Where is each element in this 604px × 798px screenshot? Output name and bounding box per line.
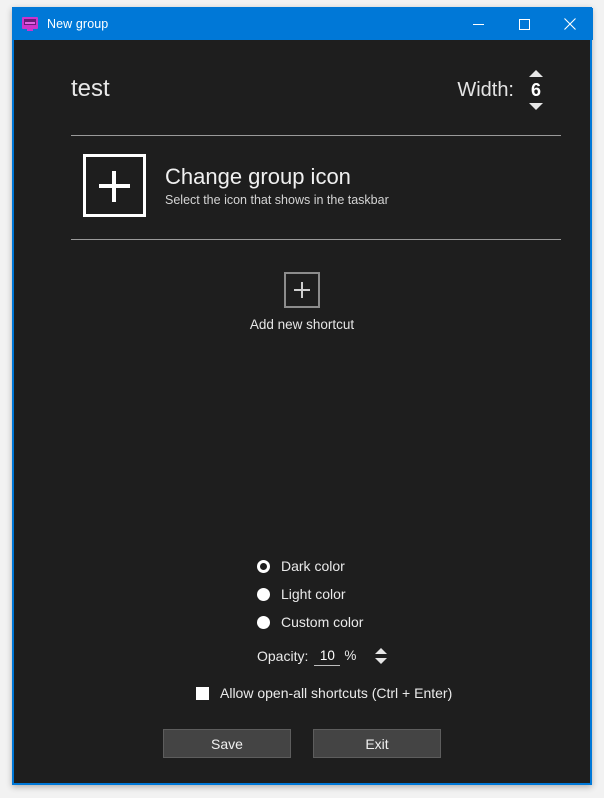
width-stepper[interactable]: 6 — [523, 66, 549, 114]
spinner-down-icon[interactable] — [375, 658, 388, 664]
spinner-up-icon[interactable] — [375, 648, 388, 654]
change-group-icon-text: Change group icon Select the icon that s… — [165, 163, 389, 208]
opacity-value-wrap: 10 % — [314, 647, 356, 666]
add-new-shortcut-button[interactable]: Add new shortcut — [14, 272, 590, 333]
title-bar[interactable]: New group — [13, 8, 593, 40]
minimize-icon — [472, 23, 484, 25]
options-panel: Dark color Light color Custom color Opac… — [14, 552, 590, 758]
divider-top — [71, 135, 561, 136]
width-label: Width: — [457, 79, 514, 101]
change-group-icon-title: Change group icon — [165, 163, 351, 189]
change-group-icon-button[interactable]: Change group icon Select the icon that s… — [83, 150, 523, 220]
window-title: New group — [47, 17, 109, 31]
new-group-window: New group test Width: 6 Change group ico… — [12, 7, 593, 785]
allow-open-all-checkbox[interactable] — [196, 686, 209, 700]
plus-icon[interactable] — [83, 153, 146, 217]
allow-open-all-label: Allow open-all shortcuts (Ctrl + Enter) — [220, 685, 453, 701]
monitor-icon — [22, 16, 38, 32]
footer-buttons: Save Exit — [14, 729, 590, 758]
radio-label-light: Light color — [281, 586, 346, 602]
exit-button[interactable]: Exit — [313, 729, 441, 758]
add-new-shortcut-label: Add new shortcut — [249, 317, 355, 332]
spinner-down-icon[interactable] — [529, 103, 543, 110]
opacity-label: Opacity: — [257, 648, 309, 664]
opacity-stepper[interactable] — [375, 648, 388, 664]
radio-indicator-dark[interactable] — [257, 559, 270, 573]
window-controls — [455, 8, 593, 40]
spinner-up-icon[interactable] — [529, 70, 543, 77]
change-group-icon-subtitle: Select the icon that shows in the taskba… — [165, 192, 389, 207]
radio-dark-color[interactable]: Dark color — [14, 552, 590, 580]
title-bar-left: New group — [13, 8, 455, 40]
group-header-row: test Width: 6 — [59, 66, 549, 114]
width-value[interactable]: 6 — [531, 80, 541, 100]
opacity-unit: % — [344, 647, 357, 663]
close-button[interactable] — [547, 8, 593, 40]
save-button[interactable]: Save — [163, 729, 291, 758]
width-control: Width: 6 — [457, 66, 549, 114]
plus-icon[interactable] — [284, 272, 320, 308]
maximize-button[interactable] — [501, 8, 547, 40]
minimize-button[interactable] — [455, 8, 501, 40]
maximize-icon — [518, 18, 530, 30]
radio-custom-color[interactable]: Custom color — [14, 608, 590, 636]
window-client-area: test Width: 6 Change group icon Select t… — [14, 40, 590, 783]
opacity-input[interactable]: 10 — [314, 647, 341, 666]
radio-label-dark: Dark color — [281, 558, 345, 574]
page-root: New group test Width: 6 Change group ico… — [0, 0, 604, 798]
opacity-control: Opacity: 10 % — [14, 640, 590, 672]
radio-label-custom: Custom color — [281, 614, 364, 630]
close-icon — [564, 18, 576, 30]
radio-light-color[interactable]: Light color — [14, 580, 590, 608]
radio-indicator-custom[interactable] — [257, 615, 270, 629]
divider-middle — [71, 239, 561, 240]
allow-open-all-checkbox-row[interactable]: Allow open-all shortcuts (Ctrl + Enter) — [14, 678, 590, 708]
group-name-input[interactable]: test — [71, 74, 110, 104]
radio-indicator-light[interactable] — [257, 587, 270, 601]
